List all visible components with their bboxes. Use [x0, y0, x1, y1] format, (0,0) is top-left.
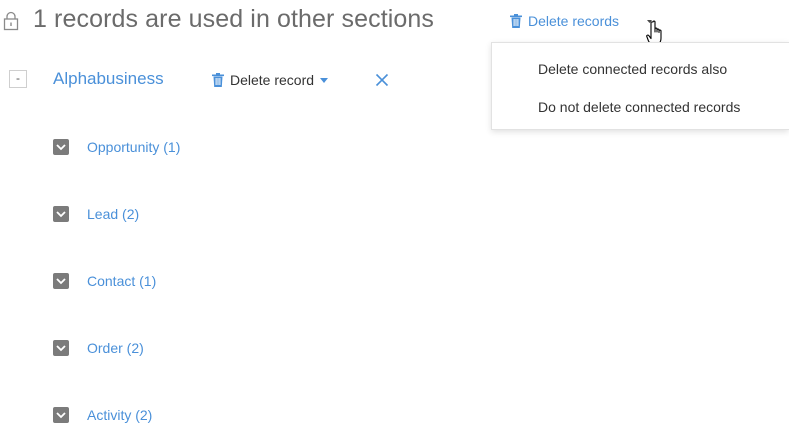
chevron-down-icon — [53, 206, 69, 222]
delete-records-button[interactable]: Delete records — [510, 13, 619, 29]
page-title: 1 records are used in other sections — [33, 5, 435, 33]
list-item-activity[interactable]: Activity (2) — [53, 405, 152, 425]
list-item-label: Order (2) — [87, 340, 144, 356]
delete-records-label: Delete records — [528, 13, 620, 29]
chevron-down-icon — [53, 273, 69, 289]
list-item-label: Lead (2) — [87, 206, 140, 222]
list-item-label: Contact (1) — [87, 273, 157, 289]
list-item-lead[interactable]: Lead (2) — [53, 204, 139, 224]
list-item-order[interactable]: Order (2) — [53, 338, 144, 358]
chevron-down-icon — [53, 139, 69, 155]
lock-icon — [3, 11, 19, 31]
list-item-label: Opportunity (1) — [87, 139, 181, 155]
menu-item-keep-connected[interactable]: Do not delete connected records — [538, 99, 740, 115]
delete-record-label: Delete record — [230, 72, 315, 88]
delete-records-menu: Delete connected records also Do not del… — [491, 42, 789, 130]
menu-item-delete-connected[interactable]: Delete connected records also — [538, 61, 727, 77]
list-item-contact[interactable]: Contact (1) — [53, 271, 156, 291]
delete-record-button[interactable]: Delete record — [212, 72, 329, 88]
trash-icon — [212, 73, 224, 87]
close-icon[interactable] — [375, 73, 389, 87]
trash-icon — [510, 14, 522, 28]
record-name-link[interactable]: Alphabusiness — [53, 69, 164, 89]
list-item-label: Activity (2) — [87, 407, 153, 423]
list-item-opportunity[interactable]: Opportunity (1) — [53, 137, 180, 157]
chevron-down-icon — [53, 340, 69, 356]
chevron-down-icon — [320, 77, 329, 83]
collapse-button[interactable]: - — [9, 70, 27, 88]
chevron-down-icon — [53, 407, 69, 423]
